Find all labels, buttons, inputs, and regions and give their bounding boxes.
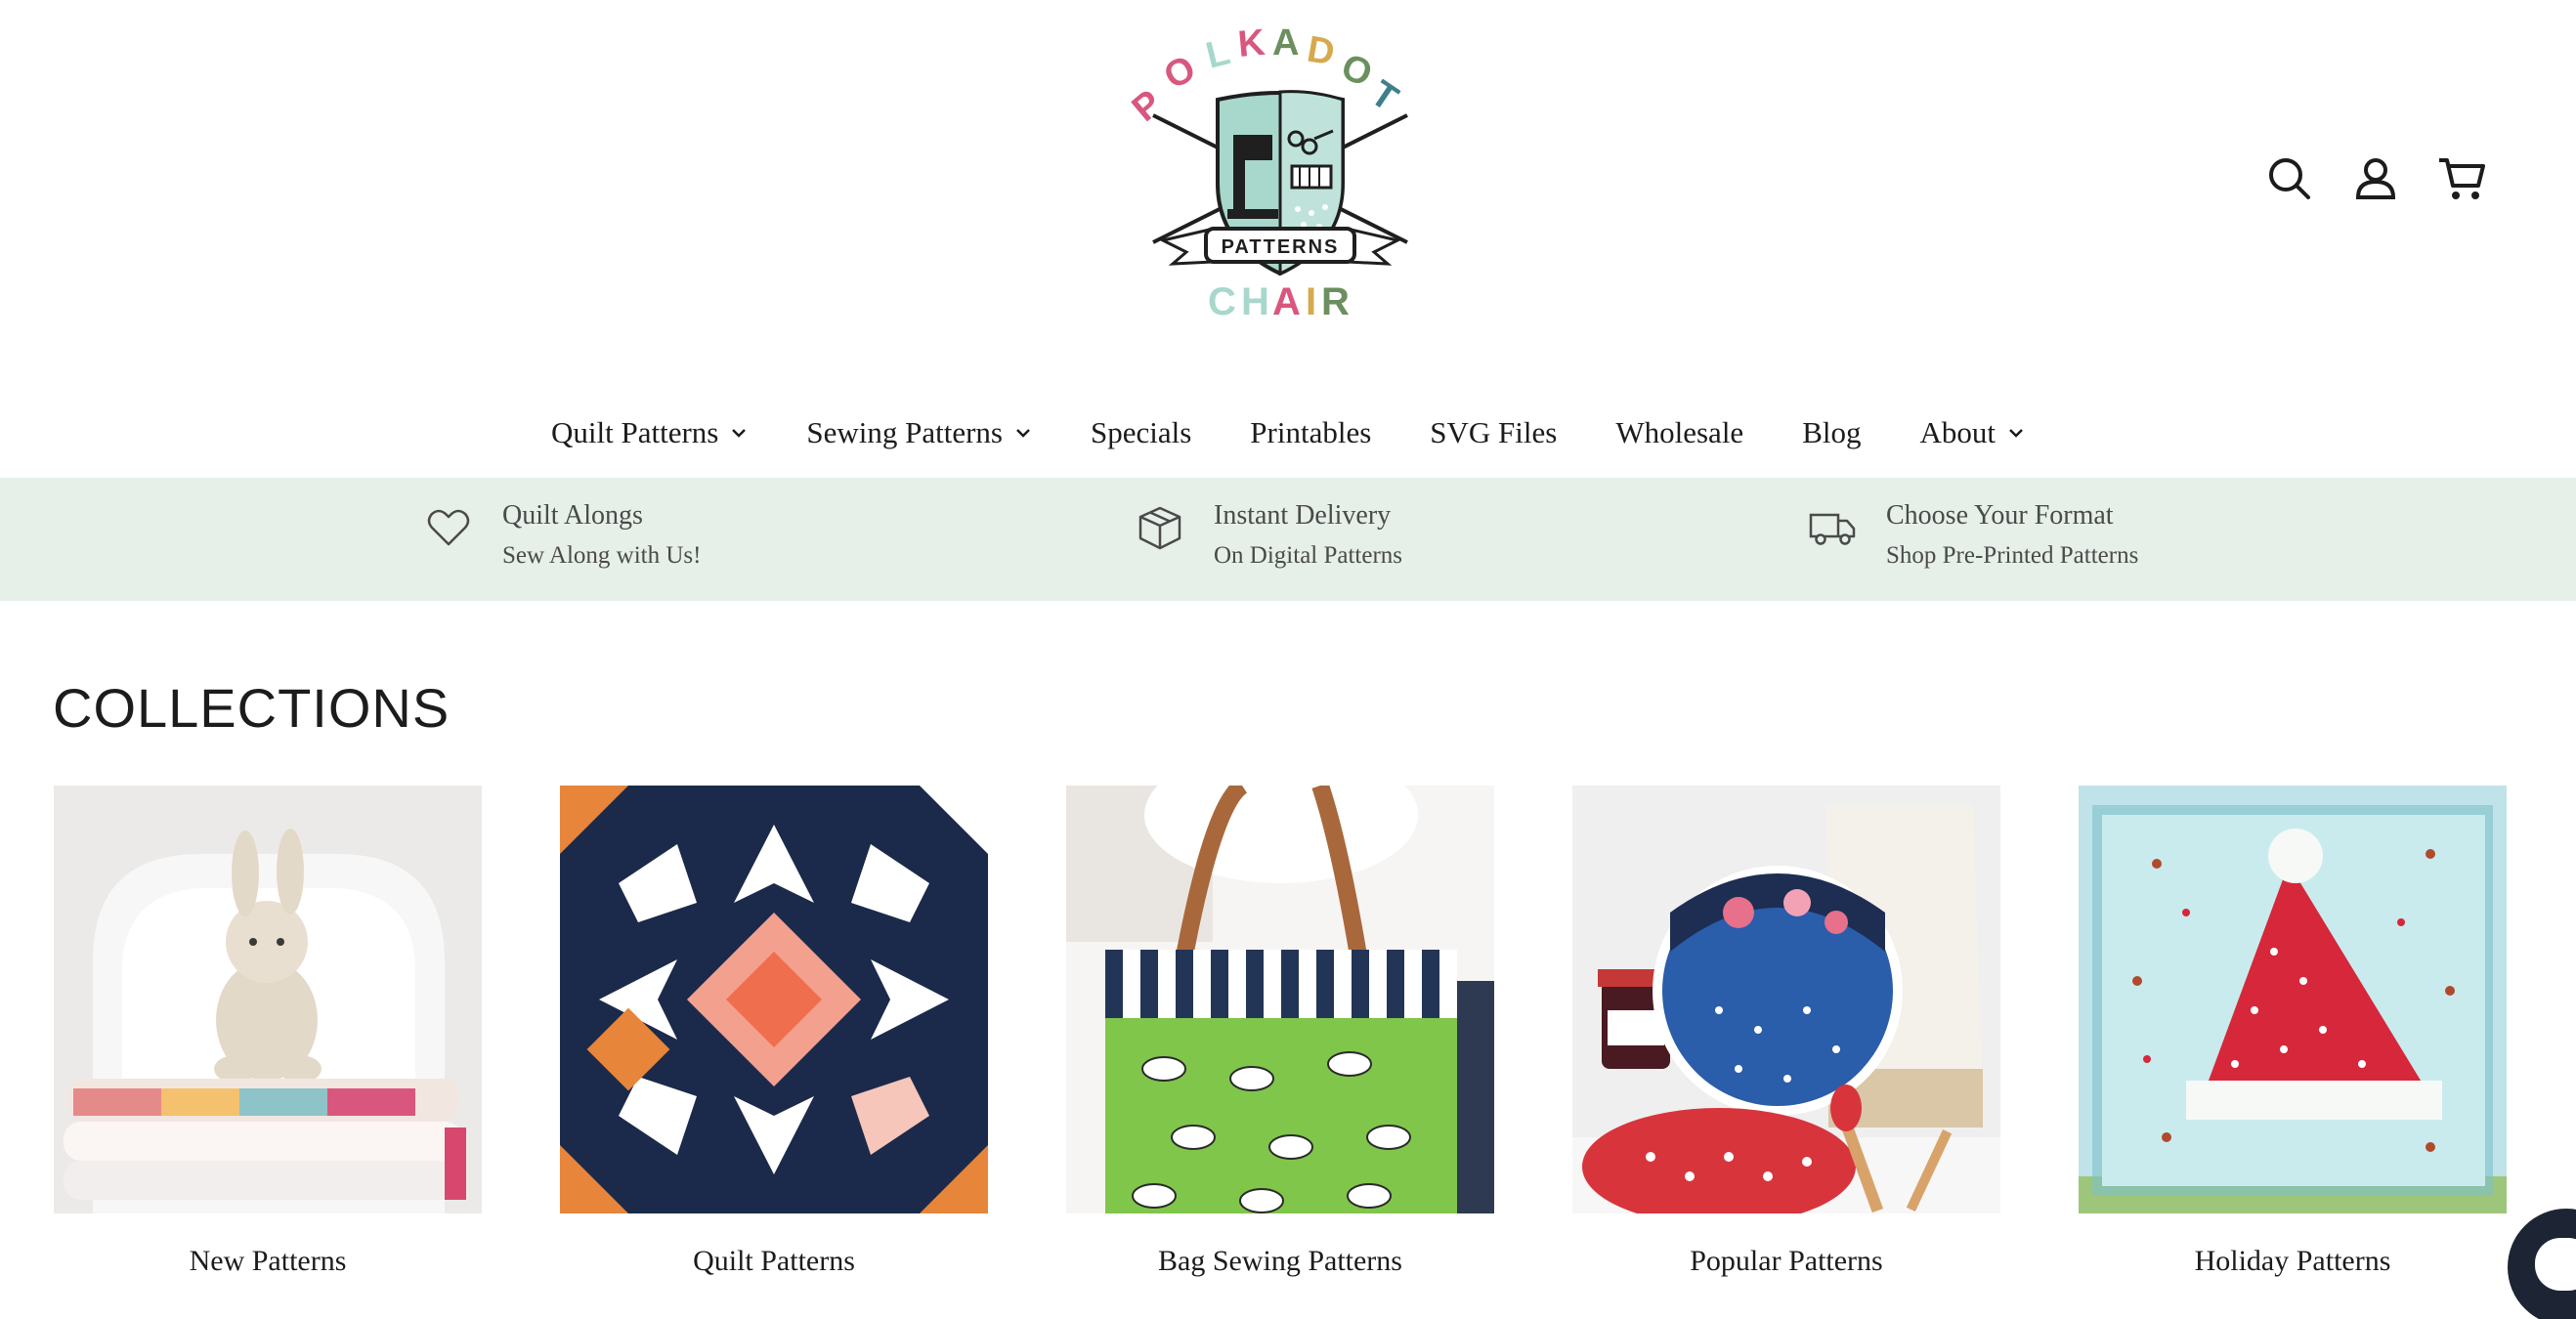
chevron-down-icon [730, 424, 748, 442]
nav-item-label: About [1919, 415, 1996, 449]
svg-text:I: I [1306, 280, 1316, 323]
collection-image[interactable] [560, 786, 988, 1213]
search-icon[interactable] [2263, 152, 2316, 205]
heart-icon [424, 503, 473, 552]
svg-text:R: R [1321, 280, 1350, 323]
collection-image[interactable] [1066, 786, 1494, 1213]
svg-text:A: A [1272, 280, 1301, 323]
chevron-down-icon [2007, 424, 2025, 442]
benefit-title: Choose Your Format [1886, 500, 2114, 531]
benefit-title: Instant Delivery [1214, 500, 1392, 531]
chevron-down-icon [1014, 424, 1032, 442]
box-icon [1136, 503, 1184, 552]
benefits-bar: Quilt Alongs Sew Along with Us! Instant … [0, 478, 2576, 601]
collection-card-quilt-patterns[interactable]: Quilt Patterns [560, 786, 988, 1294]
benefit-quilt-alongs[interactable]: Quilt Alongs Sew Along with Us! [424, 497, 701, 585]
site-header: P O L K A D O T PATTERNS C H A I R [0, 0, 2576, 381]
collection-label[interactable]: Popular Patterns [1572, 1245, 2000, 1278]
collection-label[interactable]: Holiday Patterns [2079, 1245, 2507, 1278]
nav-item-label: Quilt Patterns [551, 415, 719, 449]
nav-item-specials[interactable]: Specials [1061, 415, 1221, 450]
collection-image[interactable] [54, 786, 482, 1213]
nav-item-sewing-patterns[interactable]: Sewing Patterns [777, 415, 1061, 450]
collection-card-bag-sewing-patterns[interactable]: Bag Sewing Patterns [1066, 786, 1494, 1294]
collections-grid: New Patterns Quilt Patterns Bag Sewing P… [54, 786, 2509, 1313]
collection-card-new-patterns[interactable]: New Patterns [54, 786, 482, 1294]
collection-label[interactable]: New Patterns [54, 1245, 482, 1278]
svg-text:PATTERNS: PATTERNS [1222, 236, 1340, 258]
nav-item-about[interactable]: About [1890, 415, 2054, 450]
nav-item-svg-files[interactable]: SVG Files [1400, 415, 1586, 450]
collection-image[interactable] [1572, 786, 2000, 1213]
svg-text:P: P [1125, 82, 1170, 129]
nav-item-label: Printables [1250, 415, 1372, 449]
nav-item-wholesale[interactable]: Wholesale [1586, 415, 1773, 450]
nav-item-quilt-patterns[interactable]: Quilt Patterns [522, 415, 777, 450]
collection-card-holiday-patterns[interactable]: Holiday Patterns [2079, 786, 2507, 1294]
collection-image[interactable] [2079, 786, 2507, 1213]
cart-icon[interactable] [2435, 152, 2488, 205]
svg-text:H: H [1241, 280, 1269, 323]
benefit-subtitle: On Digital Patterns [1214, 542, 1403, 569]
svg-text:O: O [1336, 46, 1378, 95]
benefit-subtitle: Shop Pre-Printed Patterns [1886, 542, 2139, 569]
svg-text:A: A [1272, 22, 1299, 64]
svg-text:D: D [1304, 29, 1337, 74]
svg-text:C: C [1208, 280, 1236, 323]
collection-label[interactable]: Bag Sewing Patterns [1066, 1245, 1494, 1278]
benefit-choose-format[interactable]: Choose Your Format Shop Pre-Printed Patt… [1808, 497, 2138, 585]
truck-icon [1808, 503, 1857, 552]
benefit-subtitle: Sew Along with Us! [502, 542, 702, 569]
nav-item-label: SVG Files [1430, 415, 1558, 449]
nav-item-printables[interactable]: Printables [1221, 415, 1400, 450]
benefit-instant-delivery[interactable]: Instant Delivery On Digital Patterns [1136, 497, 1402, 585]
chat-button[interactable] [2508, 1209, 2576, 1319]
account-icon[interactable] [2349, 152, 2402, 205]
nav-item-label: Blog [1802, 415, 1862, 449]
svg-text:O: O [1158, 48, 1203, 98]
chat-bubble-icon [2535, 1238, 2576, 1291]
header-actions [2263, 152, 2498, 205]
collection-card-popular-patterns[interactable]: Popular Patterns [1572, 786, 2000, 1294]
nav-item-blog[interactable]: Blog [1773, 415, 1890, 450]
collections-heading: COLLECTIONS [53, 677, 451, 739]
benefit-title: Quilt Alongs [502, 500, 643, 531]
svg-text:K: K [1236, 22, 1267, 65]
nav-item-label: Wholesale [1615, 415, 1744, 449]
nav-item-label: Specials [1090, 415, 1192, 449]
collection-label[interactable]: Quilt Patterns [560, 1245, 988, 1278]
main-nav: Quilt Patterns Sewing Patterns Specials … [0, 399, 2576, 467]
brand-logo[interactable]: P O L K A D O T PATTERNS C H A I R [1124, 18, 1437, 330]
nav-item-label: Sewing Patterns [806, 415, 1003, 449]
svg-text:L: L [1202, 31, 1234, 76]
svg-text:T: T [1363, 73, 1405, 120]
